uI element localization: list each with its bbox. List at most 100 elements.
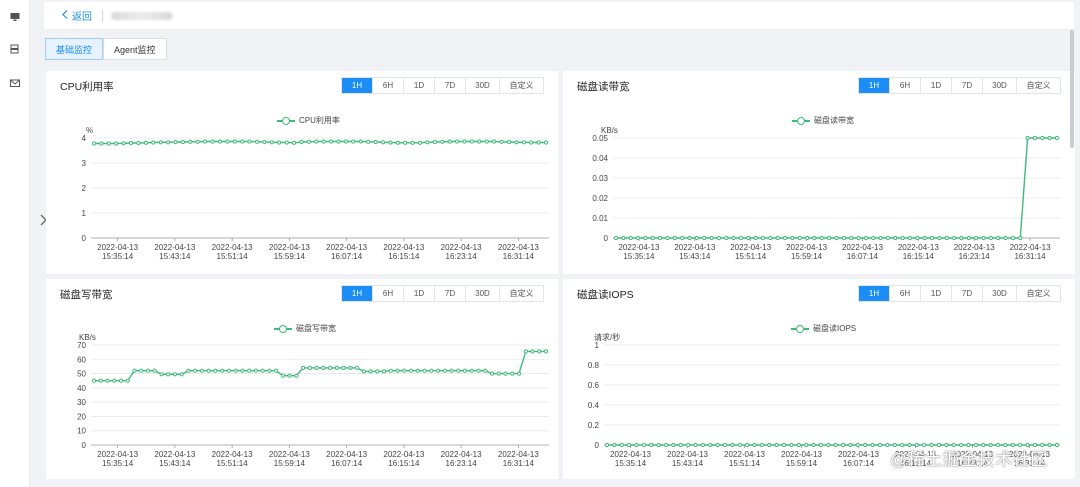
data-point[interactable] bbox=[287, 373, 292, 378]
data-point[interactable] bbox=[321, 139, 326, 144]
data-point[interactable] bbox=[678, 442, 683, 448]
data-point[interactable] bbox=[180, 139, 185, 145]
data-point[interactable] bbox=[687, 235, 692, 241]
data-point[interactable] bbox=[974, 235, 979, 241]
data-point[interactable] bbox=[1047, 442, 1052, 448]
data-point[interactable] bbox=[510, 371, 515, 376]
data-point[interactable] bbox=[395, 140, 400, 145]
range-1d-button[interactable]: 1D bbox=[920, 78, 951, 93]
range-7d-button[interactable]: 7D bbox=[434, 78, 465, 93]
data-point[interactable] bbox=[128, 140, 134, 146]
data-point[interactable] bbox=[523, 349, 528, 354]
data-point[interactable] bbox=[447, 139, 452, 144]
chart-legend[interactable]: CPU利用率 bbox=[277, 115, 340, 126]
data-point[interactable] bbox=[314, 139, 319, 144]
range-1h-button[interactable]: 1H bbox=[859, 78, 889, 93]
data-point[interactable] bbox=[650, 235, 655, 241]
data-point[interactable] bbox=[166, 372, 171, 377]
data-point[interactable] bbox=[496, 371, 501, 376]
data-point[interactable] bbox=[663, 442, 669, 448]
data-point[interactable] bbox=[694, 235, 699, 241]
data-point[interactable] bbox=[514, 140, 519, 145]
data-point[interactable] bbox=[247, 139, 252, 144]
mail-icon[interactable] bbox=[9, 77, 21, 89]
tab-basic-monitor[interactable]: 基础监控 bbox=[45, 38, 104, 60]
data-point[interactable] bbox=[746, 235, 751, 241]
data-point[interactable] bbox=[731, 235, 736, 241]
data-point[interactable] bbox=[737, 442, 742, 448]
data-point[interactable] bbox=[819, 235, 824, 241]
monitor-icon[interactable] bbox=[9, 11, 21, 23]
data-point[interactable] bbox=[871, 235, 876, 241]
data-point[interactable] bbox=[775, 235, 780, 241]
data-point[interactable] bbox=[1032, 135, 1037, 141]
data-point[interactable] bbox=[649, 442, 654, 448]
data-point[interactable] bbox=[834, 235, 839, 241]
data-point[interactable] bbox=[462, 368, 468, 373]
data-point[interactable] bbox=[429, 368, 434, 373]
data-point[interactable] bbox=[959, 235, 964, 241]
data-point[interactable] bbox=[118, 378, 124, 383]
data-point[interactable] bbox=[635, 235, 641, 241]
data-point[interactable] bbox=[781, 442, 787, 448]
data-point[interactable] bbox=[188, 139, 193, 144]
data-point[interactable] bbox=[262, 139, 267, 145]
data-point[interactable] bbox=[436, 368, 441, 373]
data-point[interactable] bbox=[783, 235, 788, 241]
data-point[interactable] bbox=[240, 368, 245, 373]
data-point[interactable] bbox=[981, 235, 986, 241]
data-point[interactable] bbox=[476, 368, 481, 373]
data-point[interactable] bbox=[499, 139, 504, 144]
data-point[interactable] bbox=[136, 140, 141, 146]
data-point[interactable] bbox=[195, 139, 200, 144]
data-point[interactable] bbox=[878, 235, 883, 241]
data-point[interactable] bbox=[173, 139, 178, 145]
data-point[interactable] bbox=[233, 368, 238, 373]
data-point[interactable] bbox=[151, 140, 156, 145]
scrollbar[interactable] bbox=[1070, 30, 1074, 148]
data-point[interactable] bbox=[863, 442, 868, 448]
data-point[interactable] bbox=[253, 368, 258, 373]
data-point[interactable] bbox=[937, 235, 942, 241]
data-point[interactable] bbox=[930, 235, 935, 241]
data-point[interactable] bbox=[922, 235, 927, 241]
data-point[interactable] bbox=[804, 442, 809, 448]
data-point[interactable] bbox=[417, 140, 423, 145]
data-point[interactable] bbox=[98, 378, 103, 383]
range-custom-button[interactable]: 自定义 bbox=[499, 286, 543, 301]
data-point[interactable] bbox=[225, 139, 230, 144]
data-point[interactable] bbox=[395, 368, 400, 373]
data-point[interactable] bbox=[143, 140, 149, 145]
data-point[interactable] bbox=[530, 349, 535, 354]
data-point[interactable] bbox=[693, 442, 698, 448]
data-point[interactable] bbox=[267, 368, 272, 373]
range-custom-button[interactable]: 自定义 bbox=[1016, 78, 1060, 93]
data-point[interactable] bbox=[284, 140, 289, 145]
data-point[interactable] bbox=[277, 140, 282, 145]
range-7d-button[interactable]: 7D bbox=[951, 286, 982, 301]
data-point[interactable] bbox=[1003, 235, 1008, 241]
data-point[interactable] bbox=[790, 235, 795, 241]
data-point[interactable] bbox=[121, 141, 126, 146]
data-point[interactable] bbox=[672, 235, 677, 241]
data-point[interactable] bbox=[708, 442, 713, 448]
data-point[interactable] bbox=[521, 140, 526, 145]
data-point[interactable] bbox=[449, 368, 454, 373]
data-point[interactable] bbox=[292, 140, 297, 145]
chart-legend[interactable]: 磁盘写带宽 bbox=[274, 323, 336, 334]
data-point[interactable] bbox=[210, 139, 215, 144]
range-30d-button[interactable]: 30D bbox=[982, 286, 1016, 301]
data-point[interactable] bbox=[203, 139, 208, 144]
data-point[interactable] bbox=[306, 139, 311, 144]
data-point[interactable] bbox=[99, 141, 104, 146]
data-point[interactable] bbox=[826, 442, 831, 448]
data-point[interactable] bbox=[516, 371, 522, 376]
data-point[interactable] bbox=[343, 139, 348, 144]
data-point[interactable] bbox=[456, 368, 461, 373]
data-point[interactable] bbox=[621, 235, 626, 241]
data-point[interactable] bbox=[619, 442, 624, 448]
data-point[interactable] bbox=[152, 368, 157, 373]
data-point[interactable] bbox=[186, 368, 191, 373]
data-point[interactable] bbox=[213, 368, 218, 373]
data-point[interactable] bbox=[483, 368, 488, 373]
